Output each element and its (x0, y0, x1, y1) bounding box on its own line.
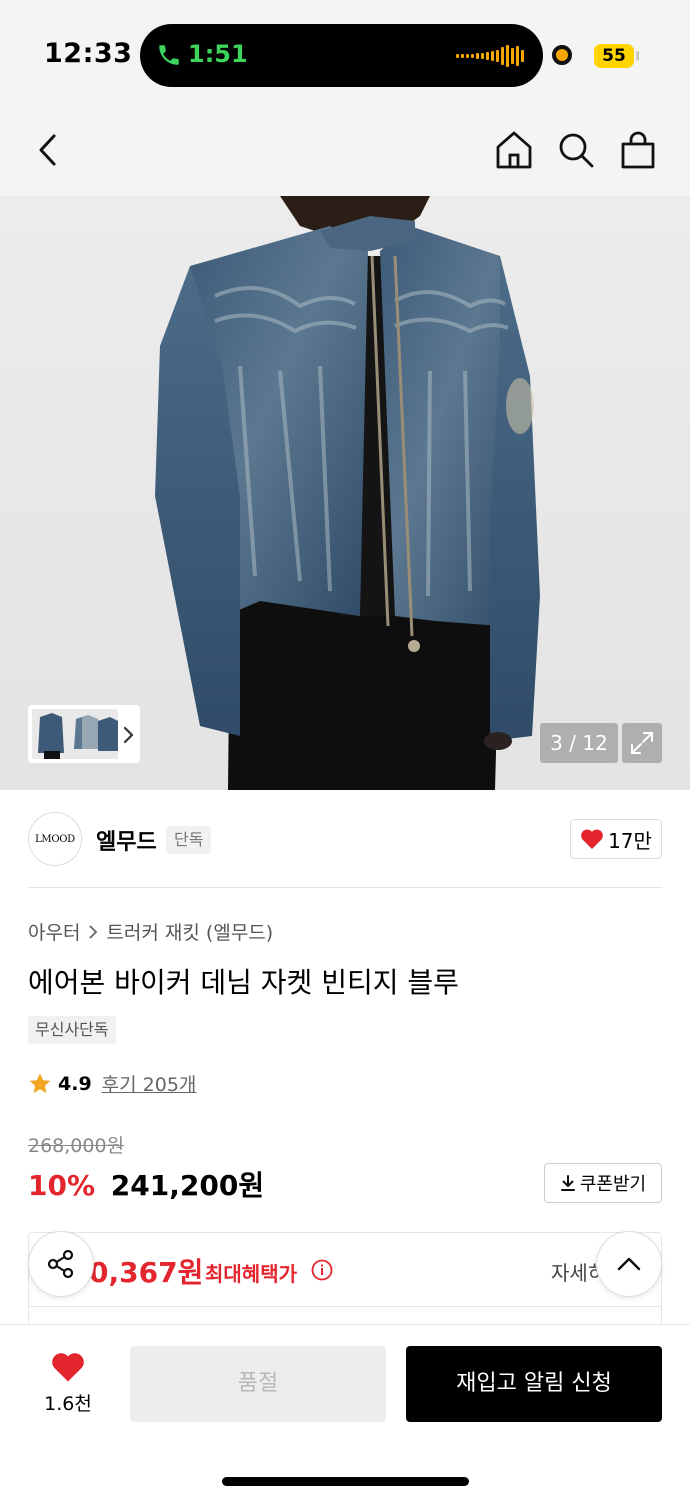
sale-price: 241,200원 (110, 1169, 265, 1202)
scroll-top-button[interactable] (596, 1231, 662, 1297)
star-icon (29, 1073, 51, 1093)
download-icon (560, 1175, 575, 1191)
home-icon (496, 131, 532, 169)
product-photo (155, 196, 540, 790)
restock-alert-button[interactable]: 재입고 알림 신청 (406, 1346, 662, 1422)
price-row: 10% 241,200원 (28, 1164, 264, 1204)
heart-icon (52, 1353, 84, 1382)
info-icon[interactable] (311, 1259, 333, 1281)
max-benefit-price: 0,367원 (89, 1256, 204, 1289)
breadcrumb-subcategory[interactable]: 트러커 재킷 (엘무드) (106, 918, 273, 945)
battery-tip (636, 51, 639, 61)
wishlist-button[interactable]: 1.6천 (32, 1351, 104, 1416)
brand-name[interactable]: 엘무드 (96, 824, 157, 856)
audio-wave-icon (456, 45, 524, 67)
share-button[interactable] (28, 1231, 94, 1297)
coupon-label: 쿠폰받기 (579, 1174, 647, 1195)
chevron-up-icon (617, 1257, 641, 1271)
sold-out-button: 품절 (130, 1346, 386, 1422)
chevron-right-icon (89, 924, 98, 939)
top-nav-bar (0, 110, 690, 196)
clock: 12:33 (44, 38, 133, 69)
back-arrow-icon (39, 134, 56, 166)
dynamic-island[interactable]: 1:51 (140, 24, 543, 87)
product-image[interactable]: 3 / 12 (0, 196, 690, 790)
home-indicator (222, 1477, 469, 1486)
reviews-link[interactable]: 후기 205개 (102, 1070, 197, 1097)
musinsa-exclusive-badge: 무신사단독 (28, 1016, 116, 1044)
back-button[interactable] (26, 128, 70, 172)
max-benefit-label: 최대혜택가 (205, 1262, 297, 1286)
original-price: 268,000원 (28, 1135, 125, 1157)
search-icon (559, 133, 594, 168)
thumbnail-image (32, 709, 118, 759)
expand-icon (631, 732, 653, 754)
brand-like-button[interactable]: 17만 (570, 819, 662, 859)
shopping-bag-icon (621, 131, 655, 169)
status-bar: 12:33 1:51 55 (0, 0, 690, 110)
phone-icon (159, 45, 179, 65)
bottom-action-bar: 1.6천 품절 재입고 알림 신청 (0, 1324, 690, 1500)
breadcrumb-category[interactable]: 아우터 (28, 918, 80, 945)
breadcrumb: 아우터 트러커 재킷 (엘무드) (28, 918, 273, 945)
image-counter: 3 / 12 (540, 723, 618, 763)
divider (29, 1306, 661, 1307)
home-button[interactable] (492, 128, 536, 172)
battery-indicator: 55 (594, 44, 634, 68)
call-duration: 1:51 (188, 40, 248, 68)
discount-rate: 10% (28, 1169, 96, 1202)
share-icon (47, 1249, 74, 1279)
brand-like-count: 17만 (608, 828, 652, 853)
cart-button[interactable] (616, 128, 660, 172)
brand-exclusive-badge: 단독 (166, 826, 212, 854)
product-title: 에어본 바이커 데님 자켓 빈티지 블루 (28, 966, 459, 999)
heart-icon (581, 829, 603, 849)
brand-logo[interactable]: LMOOD (28, 812, 82, 866)
chevron-right-icon (123, 726, 134, 744)
wishlist-count: 1.6천 (44, 1393, 92, 1415)
coupon-button[interactable]: 쿠폰받기 (544, 1163, 662, 1203)
brand-logo-text: LMOOD (35, 833, 75, 845)
recording-indicator (552, 45, 572, 65)
divider (28, 887, 662, 888)
rating-score: 4.9 (58, 1072, 92, 1095)
rating-row: 4.9 후기 205개 (28, 1070, 196, 1097)
expand-button[interactable] (622, 723, 662, 763)
search-button[interactable] (554, 128, 598, 172)
